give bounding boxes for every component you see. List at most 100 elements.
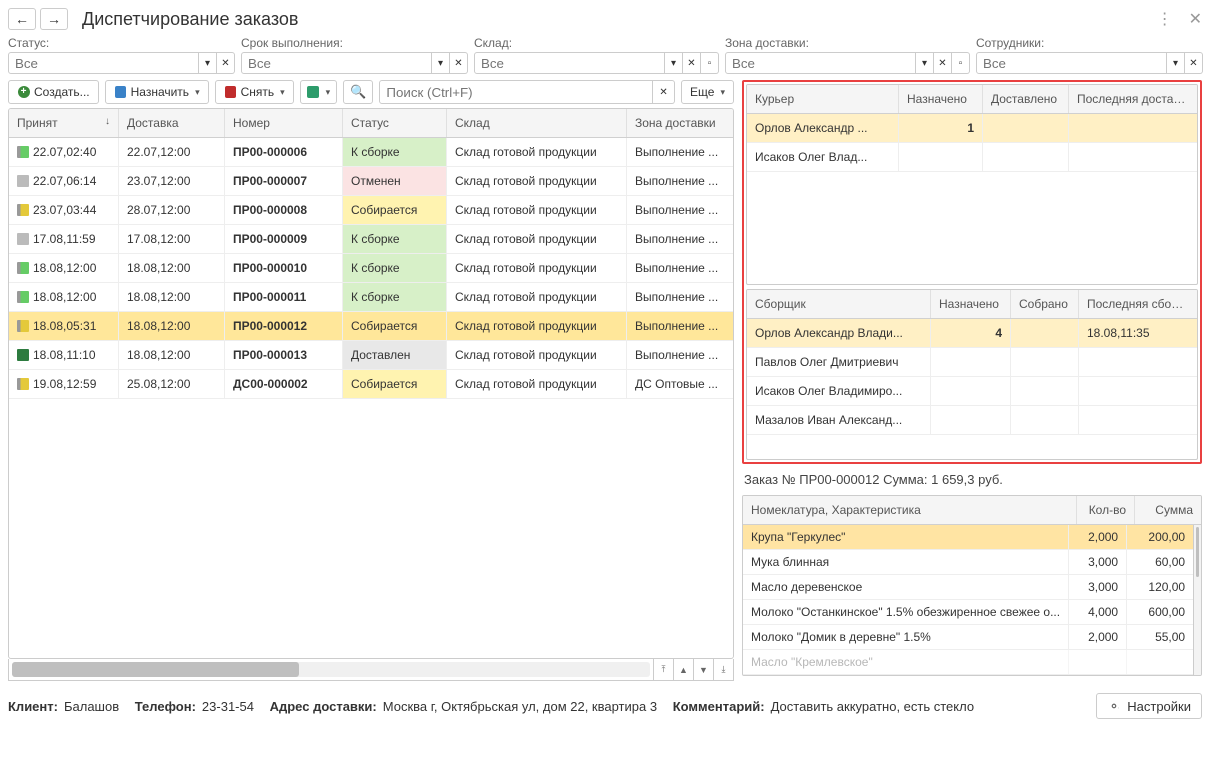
filter-staff-label: Сотрудники:	[976, 36, 1203, 50]
menu-dots-icon[interactable]: ⋮	[1157, 9, 1173, 29]
col-item-name[interactable]: Номеклатура, Характеристика	[743, 496, 1077, 524]
col-courier-lastdel[interactable]: Последняя доставка	[1069, 85, 1197, 113]
table-row[interactable]: Исаков Олег Влад...	[747, 143, 1197, 172]
table-row[interactable]: 18.08,12:0018.08,12:00ПР00-000011К сборк…	[9, 283, 733, 312]
table-row[interactable]: 19.08,12:5925.08,12:00ДС00-000002Собирае…	[9, 370, 733, 399]
filter-status-input[interactable]	[8, 52, 199, 74]
vertical-scrollbar[interactable]	[1193, 525, 1201, 675]
assign-button-label: Назначить	[131, 85, 189, 99]
dropdown-icon[interactable]: ▾	[1167, 52, 1185, 74]
filter-zone-label: Зона доставки:	[725, 36, 970, 50]
col-picker-name[interactable]: Сборщик	[747, 290, 931, 318]
more-button-label: Еще	[690, 85, 714, 99]
table-row[interactable]: 18.08,05:3118.08,12:00ПР00-000012Собирае…	[9, 312, 733, 341]
horizontal-scrollbar[interactable]	[12, 662, 650, 677]
create-button-label: Создать...	[34, 85, 90, 99]
comment-value: Доставить аккуратно, есть стекло	[771, 699, 975, 714]
user-remove-icon	[224, 86, 237, 99]
row-status-icon	[17, 175, 29, 187]
col-warehouse[interactable]: Склад	[447, 109, 627, 137]
col-picker-picked[interactable]: Собрано	[1011, 290, 1079, 318]
col-status[interactable]: Статус	[343, 109, 447, 137]
table-row[interactable]: 23.07,03:4428.07,12:00ПР00-000008Собирае…	[9, 196, 733, 225]
table-row[interactable]: Павлов Олег Дмитриевич	[747, 348, 1197, 377]
clear-icon[interactable]: ✕	[683, 52, 701, 74]
col-courier-assigned[interactable]: Назначено	[899, 85, 983, 113]
col-courier-delivered[interactable]: Доставлено	[983, 85, 1069, 113]
open-icon[interactable]: ▫	[701, 52, 719, 74]
clear-icon[interactable]: ✕	[450, 52, 468, 74]
more-button[interactable]: Еще ▾	[681, 80, 734, 104]
table-row[interactable]: 18.08,11:1018.08,12:00ПР00-000013Доставл…	[9, 341, 733, 370]
col-number[interactable]: Номер	[225, 109, 343, 137]
search-input[interactable]	[379, 80, 653, 104]
settings-button-label: Настройки	[1127, 699, 1191, 714]
col-picker-assigned[interactable]: Назначено	[931, 290, 1011, 318]
close-icon[interactable]: ✕	[1189, 9, 1202, 29]
page-down-icon[interactable]: ▼	[693, 659, 713, 680]
chevron-down-icon: ▾	[280, 87, 285, 98]
gear-icon	[1107, 699, 1121, 713]
chevron-down-icon: ▾	[195, 87, 200, 98]
row-status-icon	[17, 349, 29, 361]
filter-status-label: Статус:	[8, 36, 235, 50]
page-up-icon[interactable]: ▲	[673, 659, 693, 680]
table-row[interactable]: Орлов Александр Влади...418.08,11:35	[747, 319, 1197, 348]
table-row[interactable]: Масло "Кремлевское"	[743, 650, 1193, 675]
table-row[interactable]: 22.07,06:1423.07,12:00ПР00-000007Отменен…	[9, 167, 733, 196]
comment-label: Комментарий:	[673, 699, 765, 714]
clear-icon[interactable]: ✕	[1185, 52, 1203, 74]
table-row[interactable]: 18.08,12:0018.08,12:00ПР00-000010К сборк…	[9, 254, 733, 283]
filter-staff-input[interactable]	[976, 52, 1167, 74]
clear-search-icon[interactable]: ✕	[653, 80, 675, 104]
nav-forward-button[interactable]: →	[40, 8, 68, 30]
table-row[interactable]: 22.07,02:4022.07,12:00ПР00-000006К сборк…	[9, 138, 733, 167]
row-status-icon	[17, 146, 29, 158]
filter-zone-input[interactable]	[725, 52, 916, 74]
order-summary: Заказ № ПР00-000012 Сумма: 1 659,3 руб.	[742, 468, 1202, 491]
table-row[interactable]: Масло деревенское3,000120,00	[743, 575, 1193, 600]
filter-whs-input[interactable]	[474, 52, 665, 74]
table-row[interactable]: Молоко "Останкинское" 1.5% обезжиренное …	[743, 600, 1193, 625]
table-row[interactable]: 17.08,11:5917.08,12:00ПР00-000009К сборк…	[9, 225, 733, 254]
filter-whs-label: Склад:	[474, 36, 719, 50]
page-first-icon[interactable]: ⤒	[653, 659, 673, 680]
col-zone[interactable]: Зона доставки	[627, 109, 733, 137]
row-status-icon	[17, 320, 29, 332]
nav-back-button[interactable]: ←	[8, 8, 36, 30]
table-row[interactable]: Молоко "Домик в деревне" 1.5%2,00055,00	[743, 625, 1193, 650]
col-item-sum[interactable]: Сумма	[1135, 496, 1201, 524]
table-row[interactable]: Мазалов Иван Александ...	[747, 406, 1197, 435]
open-icon[interactable]: ▫	[952, 52, 970, 74]
clear-icon[interactable]: ✕	[934, 52, 952, 74]
address-value: Москва г, Октябрьская ул, дом 22, кварти…	[383, 699, 657, 714]
magnifier-icon: 🔍	[350, 84, 366, 100]
col-courier-name[interactable]: Курьер	[747, 85, 899, 113]
table-row[interactable]: Орлов Александр ...1	[747, 114, 1197, 143]
page-last-icon[interactable]: ⤓	[713, 659, 733, 680]
remove-button[interactable]: Снять ▾	[215, 80, 294, 104]
assign-button[interactable]: Назначить ▾	[105, 80, 209, 104]
magnifier-button[interactable]: 🔍	[343, 80, 373, 104]
table-row[interactable]: Исаков Олег Владимиро...	[747, 377, 1197, 406]
col-picker-lastp[interactable]: Последняя сборка	[1079, 290, 1197, 318]
dropdown-icon[interactable]: ▾	[665, 52, 683, 74]
row-status-icon	[17, 378, 29, 390]
col-delivery[interactable]: Доставка	[119, 109, 225, 137]
dropdown-icon[interactable]: ▾	[432, 52, 450, 74]
settings-button[interactable]: Настройки	[1096, 693, 1202, 719]
row-status-icon	[17, 204, 29, 216]
plus-icon: +	[17, 86, 30, 99]
tree-button[interactable]: ▾	[300, 80, 338, 104]
filter-due-input[interactable]	[241, 52, 432, 74]
dropdown-icon[interactable]: ▾	[916, 52, 934, 74]
dropdown-icon[interactable]: ▾	[199, 52, 217, 74]
col-accepted[interactable]: Принят↓	[9, 109, 119, 137]
table-row[interactable]: Крупа "Геркулес"2,000200,00	[743, 525, 1193, 550]
row-status-icon	[17, 262, 29, 274]
chevron-down-icon: ▾	[720, 87, 725, 98]
col-item-qty[interactable]: Кол-во	[1077, 496, 1135, 524]
clear-icon[interactable]: ✕	[217, 52, 235, 74]
table-row[interactable]: Мука блинная3,00060,00	[743, 550, 1193, 575]
create-button[interactable]: + Создать...	[8, 80, 99, 104]
